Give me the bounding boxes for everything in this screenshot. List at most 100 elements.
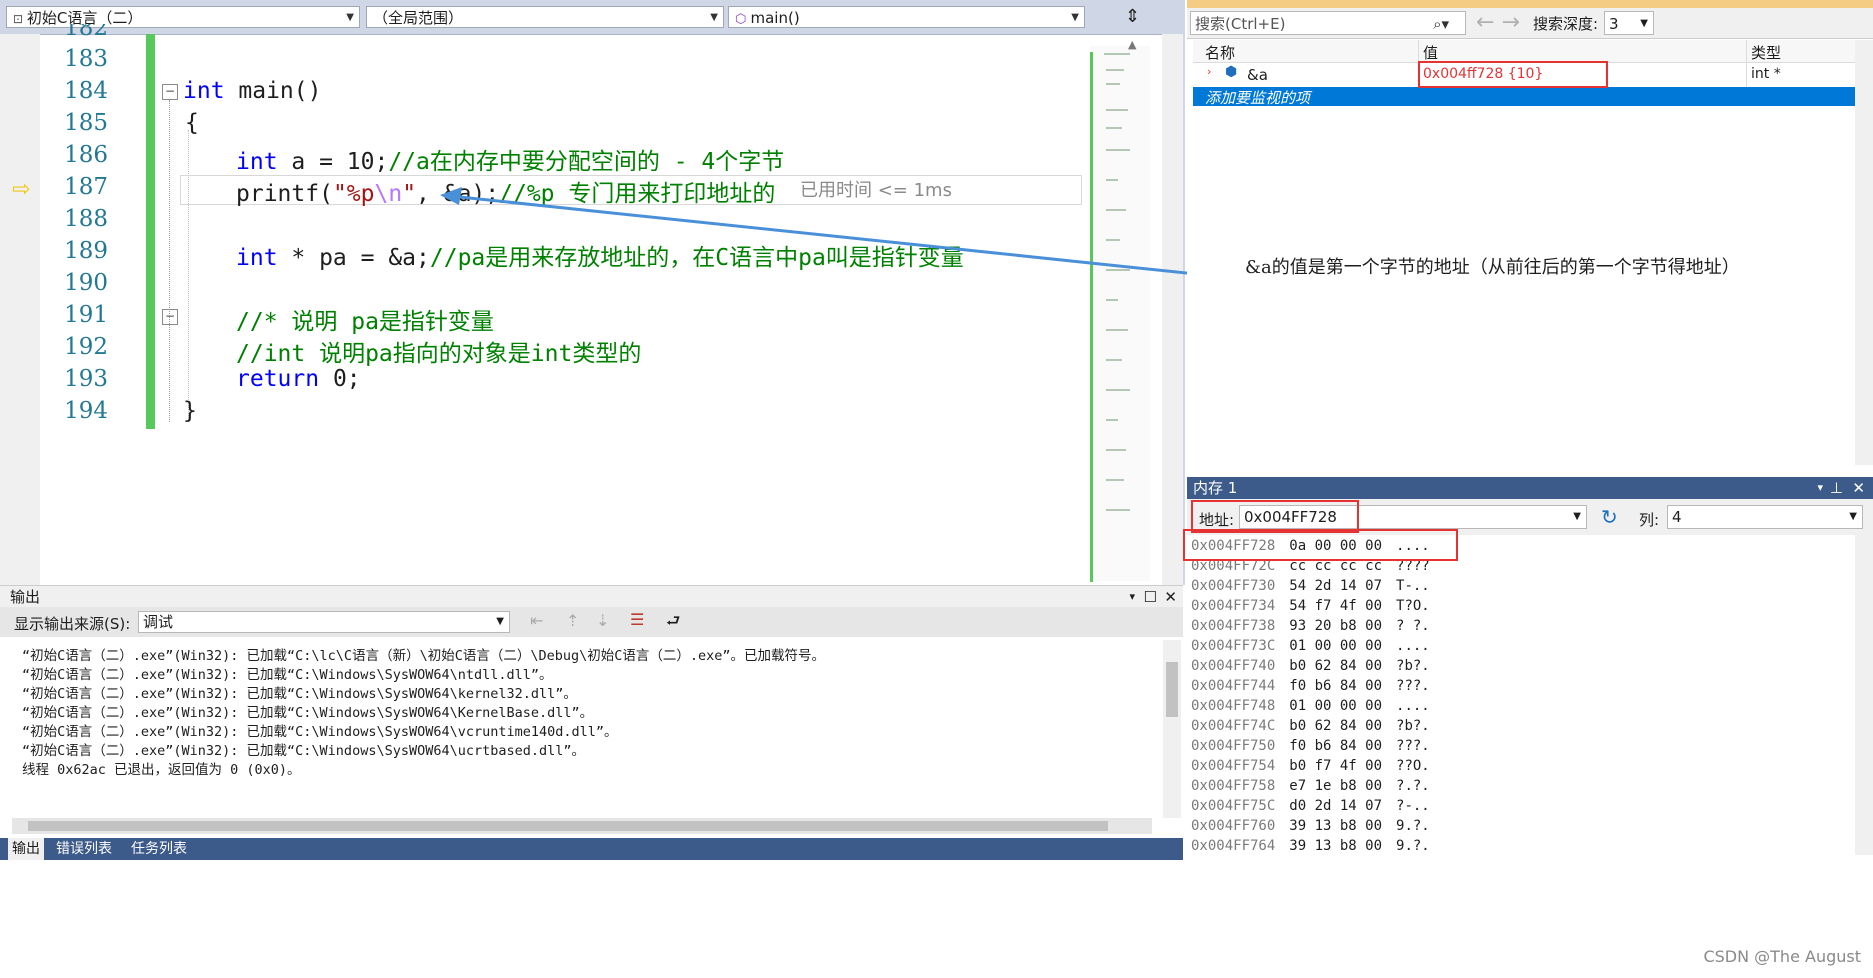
scroll-thumb[interactable]	[28, 821, 1108, 831]
memory-bytes[interactable]: 54 2d 14 07	[1289, 578, 1382, 594]
watch-scrollbar[interactable]	[1855, 40, 1873, 465]
memory-address: 0x004FF760	[1191, 818, 1276, 834]
memory-ascii: ???.	[1396, 678, 1430, 694]
memory-ascii: ....	[1396, 638, 1430, 654]
memory-row[interactable]: 0x004FF758 e7 1e b8 00?.?.	[1191, 778, 1430, 794]
memory-ascii: ....	[1396, 698, 1430, 714]
memory-row[interactable]: 0x004FF738 93 20 b8 00 ? ?.	[1191, 618, 1430, 634]
memory-bytes[interactable]: b0 f7 4f 00	[1289, 758, 1382, 774]
memory-bytes[interactable]: d0 2d 14 07	[1289, 798, 1382, 814]
memory-ascii: ?.?.	[1396, 778, 1430, 794]
memory-address: 0x004FF764	[1191, 838, 1276, 854]
column-value[interactable]: 值	[1423, 42, 1438, 63]
refresh-icon[interactable]: ↻	[1601, 505, 1618, 529]
memory-bytes[interactable]: 39 13 b8 00	[1289, 838, 1382, 854]
memory-bytes[interactable]: f0 b6 84 00	[1289, 678, 1382, 694]
pin-icon[interactable]: ⊥	[1830, 477, 1843, 499]
output-line: “初始C语言（二）.exe”(Win32): 已加载“C:\Windows\Sy…	[22, 667, 553, 683]
arrow-right-icon[interactable]: →	[1501, 10, 1519, 35]
output-tab-strip: 输出 错误列表 任务列表	[0, 838, 1183, 860]
memory-row[interactable]: 0x004FF74C b0 62 84 00 ?b?.	[1191, 718, 1430, 734]
memory-row[interactable]: 0x004FF73C 01 00 00 00....	[1191, 638, 1430, 654]
chevron-down-icon[interactable]: ▼	[1640, 12, 1648, 36]
memory-ascii: ??O.	[1396, 758, 1430, 774]
next-message-icon[interactable]: ⇣	[596, 611, 609, 630]
output-source-combo[interactable]: 调试 ▼	[138, 611, 510, 633]
add-watch-row[interactable]: 添加要监视的项	[1193, 87, 1857, 107]
memory-row[interactable]: 0x004FF730 54 2d 14 07 T-..	[1191, 578, 1430, 594]
memory-row[interactable]: 0x004FF764 39 13 b8 00 9.?.	[1191, 838, 1430, 854]
memory-bytes[interactable]: 39 13 b8 00	[1289, 818, 1382, 834]
output-line: “初始C语言（二）.exe”(Win32): 已加载“C:\Windows\Sy…	[22, 705, 594, 721]
memory-row[interactable]: 0x004FF744 f0 b6 84 00???.	[1191, 678, 1430, 694]
memory-bytes[interactable]: b0 62 84 00	[1289, 658, 1382, 674]
memory-bytes[interactable]: 01 00 00 00	[1289, 698, 1382, 714]
watch-row-type: int *	[1751, 66, 1781, 82]
expand-icon[interactable]: ›	[1207, 65, 1211, 78]
tab-error-list[interactable]: 错误列表	[52, 838, 116, 860]
memory-address: 0x004FF734	[1191, 598, 1276, 614]
memory-ascii: T?O.	[1396, 598, 1430, 614]
memory-address: 0x004FF748	[1191, 698, 1276, 714]
memory-row[interactable]: 0x004FF754 b0 f7 4f 00 ??O.	[1191, 758, 1430, 774]
find-message-icon[interactable]: ⇤	[530, 611, 543, 630]
memory-ascii: T-..	[1396, 578, 1430, 594]
memory-bytes[interactable]: f0 b6 84 00	[1289, 738, 1382, 754]
memory-bytes[interactable]: 01 00 00 00	[1289, 638, 1382, 654]
maximize-icon[interactable]: ☐	[1144, 586, 1157, 608]
tab-task-list[interactable]: 任务列表	[127, 838, 191, 860]
prev-message-icon[interactable]: ⇡	[566, 611, 579, 630]
memory-row[interactable]: 0x004FF750 f0 b6 84 00???.	[1191, 738, 1430, 754]
memory-row[interactable]: 0x004FF75C d0 2d 14 07 ?-..	[1191, 798, 1430, 814]
memory-bytes[interactable]: 54 f7 4f 00	[1289, 598, 1382, 614]
memory-scrollbar[interactable]	[1855, 535, 1873, 855]
memory-address: 0x004FF758	[1191, 778, 1276, 794]
window-menu-icon[interactable]: ▾	[1129, 586, 1135, 608]
annotation-note: &a的值是第一个字节的地址（从前往后的第一个字节得地址）	[1245, 257, 1740, 278]
chevron-down-icon[interactable]: ▼	[1849, 506, 1857, 528]
columns-combo[interactable]: 4 ▼	[1667, 505, 1863, 529]
memory-row[interactable]: 0x004FF740 b0 62 84 00 ?b?.	[1191, 658, 1430, 674]
chevron-down-icon[interactable]: ▼	[496, 612, 504, 632]
close-icon[interactable]: ✕	[1852, 477, 1865, 499]
output-vscrollbar[interactable]	[1163, 640, 1181, 818]
arrow-left-icon[interactable]: ←	[1476, 10, 1494, 35]
memory-address: 0x004FF750	[1191, 738, 1276, 754]
highlight-box-bytes	[1183, 529, 1458, 561]
column-name[interactable]: 名称	[1205, 42, 1235, 63]
window-menu-icon[interactable]: ▾	[1817, 477, 1823, 499]
memory-row[interactable]: 0x004FF734 54 f7 4f 00 T?O.	[1191, 598, 1430, 614]
output-hscrollbar[interactable]	[12, 818, 1152, 834]
search-depth-label: 搜索深度:	[1533, 15, 1599, 33]
scroll-thumb[interactable]	[1166, 662, 1178, 717]
arrow-head	[440, 187, 462, 205]
memory-row[interactable]: 0x004FF760 39 13 b8 00 9.?.	[1191, 818, 1430, 834]
memory-bytes[interactable]: b0 62 84 00	[1289, 718, 1382, 734]
clear-all-icon[interactable]: ☰	[630, 610, 644, 629]
search-icon[interactable]: ⌕▾	[1433, 12, 1449, 36]
output-line: 线程 0x62ac 已退出，返回值为 0 (0x0)。	[22, 762, 301, 778]
memory-ascii: ???.	[1396, 738, 1430, 754]
memory-bytes[interactable]: 93 20 b8 00	[1289, 618, 1382, 634]
memory-title-bar: 内存 1 ▾ ⊥ ✕	[1187, 477, 1873, 499]
memory-address: 0x004FF744	[1191, 678, 1276, 694]
column-type[interactable]: 类型	[1751, 42, 1781, 63]
columns-label: 列:	[1639, 511, 1660, 529]
chevron-down-icon[interactable]: ▼	[1573, 506, 1581, 528]
watch-row-name: &a	[1247, 66, 1268, 84]
word-wrap-icon[interactable]: ⮐	[666, 610, 680, 637]
memory-bytes[interactable]: e7 1e b8 00	[1289, 778, 1382, 794]
memory-row[interactable]: 0x004FF748 01 00 00 00....	[1191, 698, 1430, 714]
memory-ascii: ?b?.	[1396, 718, 1430, 734]
close-icon[interactable]: ✕	[1164, 586, 1177, 608]
memory-ascii: ? ?.	[1396, 618, 1430, 634]
watch-search-input[interactable]: 搜索(Ctrl+E) ⌕▾	[1190, 11, 1466, 35]
output-line: “初始C语言（二）.exe”(Win32): 已加载“C:\Windows\Sy…	[22, 743, 586, 759]
search-depth-combo[interactable]: 3 ▼	[1604, 11, 1654, 35]
memory-address: 0x004FF754	[1191, 758, 1276, 774]
memory-address: 0x004FF74C	[1191, 718, 1276, 734]
tab-output[interactable]: 输出	[8, 838, 44, 860]
arrow-line	[449, 194, 1216, 278]
output-line: “初始C语言（二）.exe”(Win32): 已加载“C:\Windows\Sy…	[22, 686, 577, 702]
memory-address: 0x004FF730	[1191, 578, 1276, 594]
